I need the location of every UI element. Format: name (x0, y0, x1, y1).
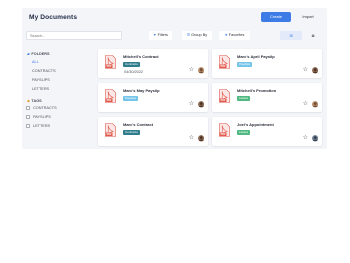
list-view-button[interactable]: ≣ (302, 31, 324, 40)
tag-checkbox[interactable] (26, 106, 30, 110)
tags-heading: ◆ TAGS (27, 99, 42, 103)
folder-item-all[interactable]: ALL (32, 60, 39, 64)
pdf-file-icon: PDF (105, 89, 116, 103)
favorites-label: Favorites (228, 33, 245, 37)
svg-text:PDF: PDF (221, 65, 226, 68)
sidebar: ▰ FOLDERS ALL CONTRACTS PAYSLIPS LETTERS … (22, 43, 93, 149)
star-icon[interactable]: ☆ (303, 67, 308, 73)
document-title: Joel's Appointment (237, 122, 274, 127)
avatar (197, 135, 204, 142)
star-icon[interactable]: ☆ (303, 135, 308, 141)
folders-heading: ▰ FOLDERS (27, 52, 50, 56)
tag-icon: ◆ (27, 99, 30, 103)
kanban-view-button[interactable]: ⊞ (280, 31, 302, 40)
pdf-file-icon: PDF (219, 55, 230, 69)
document-title: Marc's Contract (123, 122, 154, 127)
svg-text:PDF: PDF (221, 133, 226, 136)
tag-item-contracts[interactable]: CONTRACTS (26, 106, 57, 111)
favorites-button[interactable]: ★Favorites (219, 31, 250, 40)
document-tag-badge: Letters (237, 130, 251, 135)
document-title: Marc's May Payslip (123, 88, 160, 93)
star-icon[interactable]: ☆ (189, 135, 194, 141)
pdf-file-icon: PDF (105, 123, 116, 137)
search-input[interactable] (26, 31, 122, 40)
avatar (311, 135, 318, 142)
filter-icon: ▼ (153, 33, 157, 37)
document-card[interactable]: PDF Marc's May Payslip Payslips ☆ (98, 83, 208, 112)
document-tag-badge: Contracts (123, 130, 140, 135)
documents-grid: PDF Mitchell's Contract Contracts 04/30/… (93, 43, 327, 149)
tag-item-letters[interactable]: LETTERS (26, 124, 50, 129)
tag-checkbox[interactable] (26, 115, 30, 119)
document-card[interactable]: PDF Mitchell's Contract Contracts 04/30/… (98, 49, 208, 78)
star-icon[interactable]: ☆ (303, 101, 308, 107)
svg-text:PDF: PDF (221, 99, 226, 102)
document-card[interactable]: PDF Joel's Appointment Letters ☆ (212, 117, 322, 146)
document-card[interactable]: PDF Marc's Contract Contracts ☆ (98, 117, 208, 146)
group-by-label: Group By (191, 33, 208, 37)
header: My Documents Create Import (22, 8, 327, 28)
avatar (197, 101, 204, 108)
pdf-file-icon: PDF (219, 89, 230, 103)
group-icon: ☰ (186, 33, 191, 37)
document-tag-badge: Letters (237, 96, 251, 101)
filters-label: Filters (157, 33, 168, 37)
avatar (311, 67, 318, 74)
folder-icon: ▰ (27, 52, 30, 56)
pdf-file-icon: PDF (105, 55, 116, 69)
avatar (311, 101, 318, 108)
folder-item-letters[interactable]: LETTERS (32, 87, 49, 91)
document-card[interactable]: PDF Marc's April Payslip Payslips ☆ (212, 49, 322, 78)
grid-view-icon: ⊞ (289, 33, 293, 38)
filters-button[interactable]: ▼Filters (149, 31, 172, 40)
pdf-file-icon: PDF (219, 123, 230, 137)
svg-text:PDF: PDF (107, 133, 112, 136)
tag-item-payslips[interactable]: PAYSLIPS (26, 115, 51, 120)
list-view-icon: ≣ (311, 33, 315, 38)
tag-checkbox[interactable] (26, 124, 30, 128)
star-icon[interactable]: ☆ (189, 101, 194, 107)
document-tag-badge: Payslips (237, 62, 253, 67)
create-button[interactable]: Create (261, 12, 291, 22)
folder-item-contracts[interactable]: CONTRACTS (32, 69, 56, 73)
favorites-icon: ★ (224, 33, 228, 37)
document-tag-badge: Payslips (123, 96, 139, 101)
toolbar: ▼Filters ☰Group By ★Favorites ⊞ ≣ (22, 29, 327, 43)
document-card[interactable]: PDF Mitchell's Promotion Letters ☆ (212, 83, 322, 112)
document-date: 04/30/2022 (124, 70, 144, 74)
documents-app: My Documents Create Import ▼Filters ☰Gro… (22, 8, 327, 149)
avatar (197, 67, 204, 74)
document-title: Mitchell's Contract (123, 54, 159, 59)
import-button[interactable]: Import (294, 12, 322, 22)
folder-item-payslips[interactable]: PAYSLIPS (32, 78, 50, 82)
page-title: My Documents (29, 14, 78, 21)
document-title: Marc's April Payslip (237, 54, 275, 59)
svg-text:PDF: PDF (107, 65, 112, 68)
document-tag-badge: Contracts (123, 62, 140, 67)
star-icon[interactable]: ☆ (189, 67, 194, 73)
group-by-button[interactable]: ☰Group By (182, 31, 212, 40)
svg-text:PDF: PDF (107, 99, 112, 102)
document-title: Mitchell's Promotion (237, 88, 277, 93)
